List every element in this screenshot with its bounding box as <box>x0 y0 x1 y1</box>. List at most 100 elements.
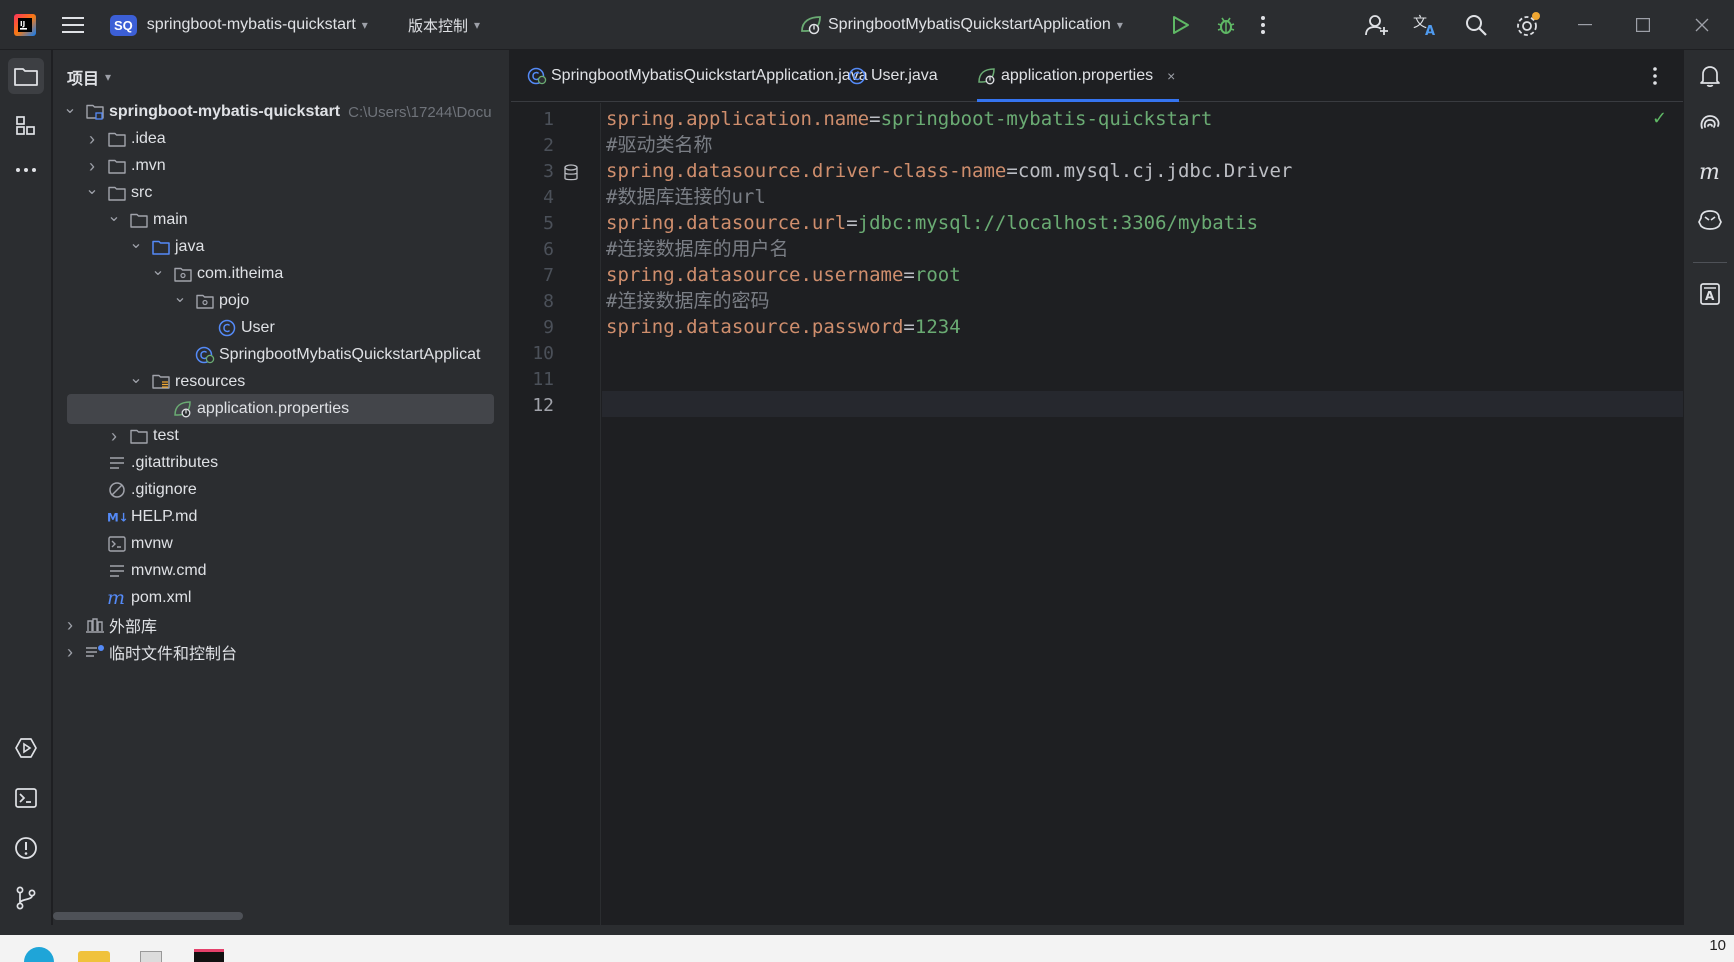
database-icon[interactable] <box>563 164 579 182</box>
run-icon[interactable] <box>1172 0 1190 50</box>
main-menu-icon[interactable] <box>62 0 84 50</box>
code-line[interactable]: spring.application.name=springboot-mybat… <box>606 105 1212 134</box>
notepad-icon[interactable] <box>140 951 162 962</box>
tree-item[interactable]: › 外部库 <box>53 610 509 640</box>
tree-item[interactable]: mvnw <box>53 529 509 559</box>
property-value: jdbc:mysql://localhost:3306/mybatis <box>857 212 1259 234</box>
tree-item[interactable]: › 临时文件和控制台 <box>53 637 509 667</box>
code-line[interactable]: spring.datasource.url=jdbc:mysql://local… <box>606 209 1258 238</box>
copilot-icon[interactable] <box>1692 202 1728 238</box>
code-editor[interactable]: spring.application.name=springboot-mybat… <box>602 103 1683 925</box>
property-separator: = <box>846 212 858 234</box>
chevron-down-icon[interactable]: ⌄ <box>107 206 121 226</box>
tab-user-java[interactable]: User.java <box>847 50 938 102</box>
chevron-right-icon[interactable]: › <box>63 615 77 636</box>
tree-item[interactable]: SpringbootMybatisQuickstartApplicat <box>53 340 509 370</box>
tree-item-selected[interactable]: application.properties <box>67 394 494 424</box>
tree-item[interactable]: ⌄ com.itheima <box>53 259 509 289</box>
code-line[interactable]: spring.datasource.password=1234 <box>606 313 961 342</box>
project-selector[interactable]: SQ springboot-mybatis-quickstart ▾ <box>110 0 368 50</box>
terminal-icon[interactable] <box>8 780 44 816</box>
comment: #连接数据库的密码 <box>606 290 770 312</box>
chevron-down-icon[interactable]: ⌄ <box>129 233 143 253</box>
add-user-icon[interactable] <box>1365 0 1389 50</box>
tree-item-label: main <box>153 211 188 228</box>
maximize-window-icon[interactable] <box>1636 0 1650 50</box>
tree-item[interactable]: › .mvn <box>53 151 509 181</box>
tab-label: application.properties <box>1001 67 1154 84</box>
tree-item[interactable]: › test <box>53 421 509 451</box>
tree-item[interactable]: User <box>53 313 509 343</box>
tab-application-properties[interactable]: application.properties × <box>977 50 1180 102</box>
tree-item[interactable]: ⌄ resources <box>53 367 509 397</box>
tree-item[interactable]: mvnw.cmd <box>53 556 509 586</box>
code-line[interactable]: spring.datasource.username=root <box>606 261 961 290</box>
notifications-bell-icon[interactable] <box>1692 58 1728 94</box>
tree-item[interactable]: ⌄ springboot-mybatis-quickstart C:\Users\1… <box>53 97 509 127</box>
property-separator: = <box>903 316 915 338</box>
tab-application-java[interactable]: SpringbootMybatisQuickstartApplication.j… <box>527 50 868 102</box>
services-icon[interactable] <box>8 730 44 766</box>
code-line[interactable]: #连接数据库的密码 <box>606 287 769 316</box>
project-tool-folder-icon[interactable] <box>8 58 44 94</box>
horizontal-scrollbar[interactable] <box>53 912 243 920</box>
ai-assistant-icon[interactable] <box>1692 106 1728 142</box>
tree-item-label: mvnw <box>131 535 173 552</box>
chevron-right-icon[interactable]: › <box>63 642 77 663</box>
property-value: root <box>914 264 961 286</box>
translation-tool-icon[interactable]: A <box>1692 276 1728 312</box>
chevron-down-icon[interactable]: ⌄ <box>173 287 187 307</box>
chevron-right-icon[interactable]: › <box>107 426 121 447</box>
project-name: springboot-mybatis-quickstart <box>146 16 356 33</box>
vcs-menu[interactable]: 版本控制 ▾ <box>408 0 480 50</box>
tree-item-label: .gitattributes <box>131 454 219 471</box>
tree-item[interactable]: ⌄ src <box>53 178 509 208</box>
file-explorer-icon[interactable] <box>78 951 110 962</box>
tree-item[interactable]: M↓ HELP.md <box>53 502 509 532</box>
tree-item-label: 外部库 <box>109 619 158 636</box>
chevron-down-icon: ▾ <box>105 70 112 84</box>
chevron-down-icon[interactable]: ⌄ <box>129 368 143 388</box>
editor-tabs: SpringbootMybatisQuickstartApplication.j… <box>511 50 1683 102</box>
structure-icon[interactable] <box>8 108 44 144</box>
title-bar: IJ SQ springboot-mybatis-quickstart ▾ 版本… <box>0 0 1734 50</box>
translate-icon[interactable]: 文A <box>1413 0 1439 50</box>
chevron-right-icon[interactable]: › <box>85 156 99 177</box>
tree-item[interactable]: m pom.xml <box>53 583 509 613</box>
tree-item[interactable]: ⌄ pojo <box>53 286 509 316</box>
minimize-window-icon[interactable] <box>1578 0 1592 50</box>
tree-item[interactable]: ⌄ main <box>53 205 509 235</box>
code-line[interactable]: #数据库连接的url <box>606 183 766 212</box>
tree-item[interactable]: .gitignore <box>53 475 509 505</box>
code-line[interactable]: #驱动类名称 <box>606 131 712 160</box>
git-branch-icon[interactable] <box>8 880 44 916</box>
edge-browser-icon[interactable] <box>24 947 54 962</box>
debug-icon[interactable] <box>1215 0 1237 50</box>
vcs-label: 版本控制 <box>408 17 469 35</box>
settings-gear-icon[interactable] <box>1515 0 1541 50</box>
chevron-down-icon[interactable]: ⌄ <box>85 179 99 199</box>
search-icon[interactable] <box>1465 0 1487 50</box>
tree-item[interactable]: ⌄ java <box>53 232 509 262</box>
code-line[interactable]: spring.datasource.driver-class-name=com.… <box>606 157 1292 186</box>
project-panel-header[interactable]: 项目 ▾ <box>67 63 111 91</box>
tree-item-label: src <box>131 184 153 201</box>
chevron-down-icon[interactable]: ⌄ <box>63 98 77 118</box>
more-actions-icon[interactable] <box>1260 0 1266 50</box>
code-line[interactable]: #连接数据库的用户名 <box>606 235 788 264</box>
problems-icon[interactable] <box>8 830 44 866</box>
tree-item[interactable]: .gitattributes <box>53 448 509 478</box>
comment: #连接数据库的用户名 <box>606 238 789 260</box>
more-tools-icon[interactable] <box>8 152 44 188</box>
run-config-selector[interactable]: SpringbootMybatisQuickstartApplication ▾ <box>800 0 1123 50</box>
folder-icon <box>107 184 127 202</box>
svg-text:m: m <box>107 589 125 607</box>
tab-options-icon[interactable] <box>1652 66 1658 86</box>
intellij-taskbar-icon[interactable] <box>194 949 224 962</box>
maven-tool-icon[interactable]: m <box>1692 154 1728 190</box>
tree-item[interactable]: › .idea <box>53 124 509 154</box>
close-tab-icon[interactable]: × <box>1167 68 1175 84</box>
chevron-down-icon[interactable]: ⌄ <box>151 260 165 280</box>
chevron-right-icon[interactable]: › <box>85 129 99 150</box>
close-window-icon[interactable] <box>1695 0 1709 50</box>
